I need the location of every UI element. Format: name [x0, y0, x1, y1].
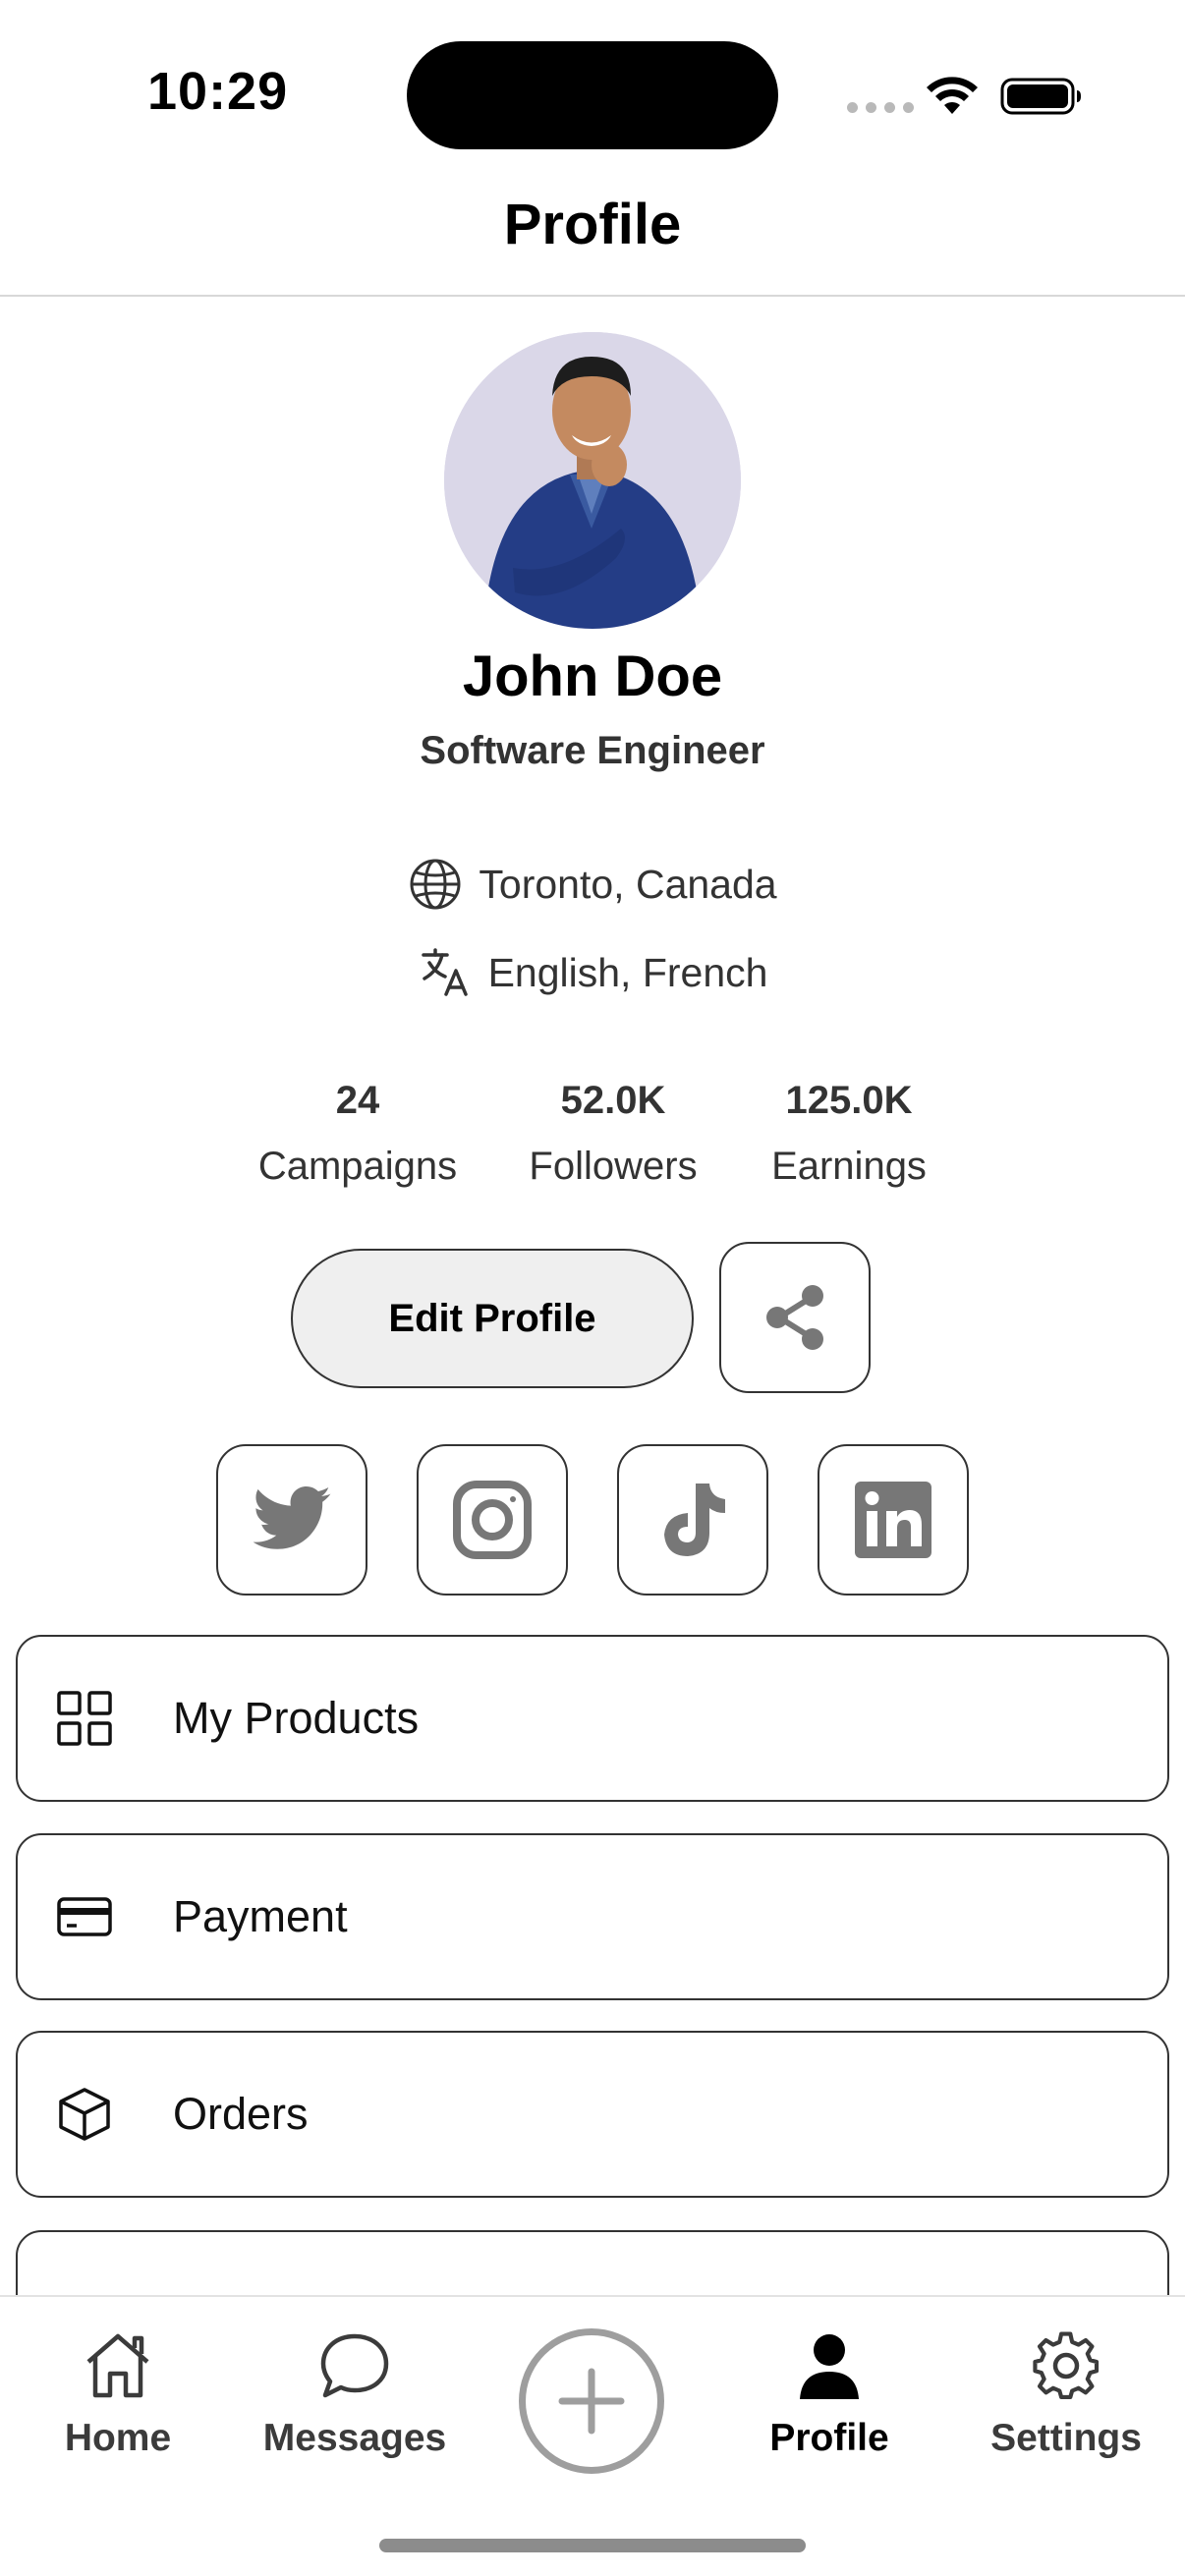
- tab-label: Profile: [769, 2417, 889, 2459]
- wifi-icon: [927, 77, 978, 114]
- tab-label: Messages: [262, 2417, 447, 2459]
- person-icon: [800, 2334, 859, 2399]
- stat-label: Campaigns: [257, 1145, 458, 1188]
- battery-icon: [1000, 78, 1081, 115]
- page-title: Profile: [503, 193, 682, 256]
- home-icon: [86, 2333, 149, 2398]
- menu-item-label: Orders: [173, 2089, 309, 2139]
- stat-label: Earnings: [771, 1145, 927, 1188]
- home-indicator[interactable]: [379, 2539, 806, 2552]
- menu-item-my-products[interactable]: My Products: [16, 1635, 1169, 1802]
- user-name: John Doe: [462, 644, 723, 708]
- chat-bubble-icon: [320, 2333, 389, 2398]
- cellular-signal-icon: [847, 102, 914, 113]
- menu-item-payment[interactable]: Payment: [16, 1833, 1169, 2000]
- twitter-icon: [253, 1485, 331, 1549]
- languages-text: English, French: [487, 949, 768, 995]
- tiktok-button[interactable]: [617, 1444, 768, 1596]
- grid-icon: [57, 1691, 112, 1746]
- stat-campaigns[interactable]: 24 Campaigns: [230, 1079, 485, 1189]
- edit-profile-button[interactable]: Edit Profile: [291, 1249, 694, 1388]
- linkedin-icon: [855, 1482, 931, 1558]
- credit-card-icon: [57, 1897, 112, 1936]
- user-role: Software Engineer: [420, 729, 765, 772]
- avatar[interactable]: [444, 332, 741, 629]
- menu-item-label: Payment: [173, 1891, 348, 1941]
- tab-label: Settings: [990, 2417, 1142, 2459]
- location-row: Toronto, Canada: [0, 857, 1185, 912]
- tab-settings[interactable]: Settings: [958, 2328, 1174, 2460]
- instagram-button[interactable]: [417, 1444, 568, 1596]
- stat-followers[interactable]: 52.0K Followers: [485, 1079, 741, 1189]
- stat-value: 24: [335, 1079, 380, 1122]
- stat-label: Followers: [529, 1145, 698, 1188]
- share-icon: [766, 1285, 823, 1350]
- menu-item-label: My Products: [173, 1693, 420, 1743]
- translate-icon: [421, 948, 468, 996]
- status-time: 10:29: [147, 62, 289, 121]
- tab-messages[interactable]: Messages: [247, 2328, 463, 2460]
- stat-value: 52.0K: [560, 1079, 666, 1122]
- languages-row: English, French: [0, 945, 1185, 1000]
- tab-bar: Home Messages Profile Settings: [0, 2295, 1185, 2576]
- tab-home[interactable]: Home: [10, 2328, 226, 2460]
- gear-icon: [1033, 2331, 1100, 2399]
- stat-value: 125.0K: [785, 1079, 913, 1122]
- globe-icon: [410, 859, 461, 910]
- box-icon: [59, 2088, 110, 2141]
- dynamic-island: [407, 41, 778, 149]
- plus-icon: [558, 2368, 625, 2435]
- share-button[interactable]: [719, 1242, 871, 1393]
- tab-label: Home: [64, 2417, 172, 2459]
- avatar-photo: [444, 332, 741, 629]
- location-text: Toronto, Canada: [479, 861, 777, 907]
- menu-item-orders[interactable]: Orders: [16, 2031, 1169, 2198]
- instagram-icon: [453, 1481, 532, 1559]
- add-button[interactable]: [519, 2328, 664, 2474]
- profile-screen: 10:29 Profile John Doe Software Engineer…: [0, 0, 1185, 2576]
- tab-profile[interactable]: Profile: [721, 2328, 937, 2460]
- stat-earnings[interactable]: 125.0K Earnings: [721, 1079, 977, 1189]
- tiktok-icon: [664, 1484, 725, 1556]
- linkedin-button[interactable]: [818, 1444, 969, 1596]
- twitter-button[interactable]: [216, 1444, 367, 1596]
- header-divider: [0, 295, 1185, 297]
